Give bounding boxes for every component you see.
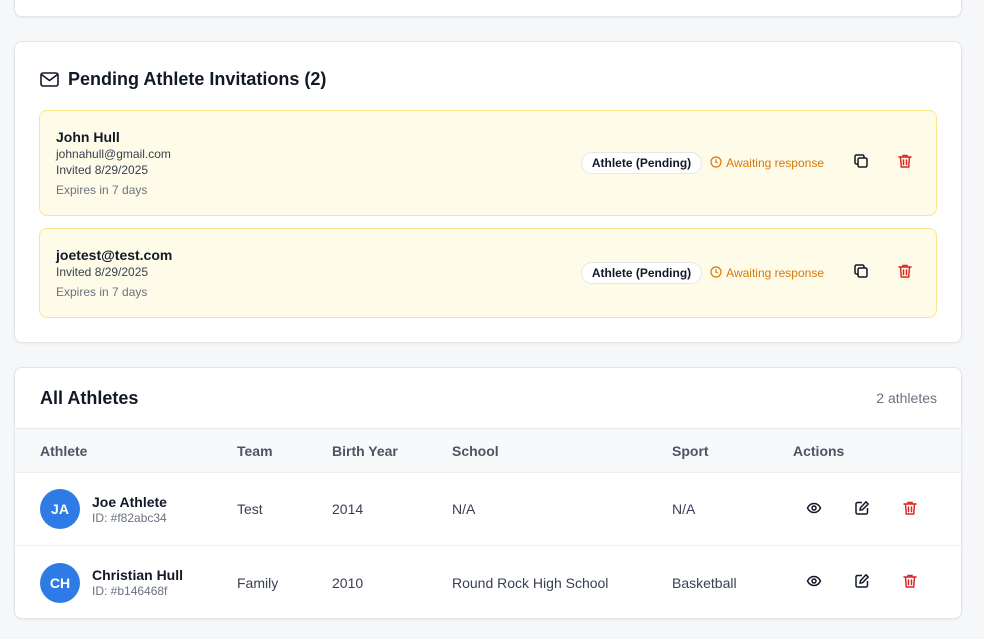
column-header-school: School <box>452 442 499 459</box>
invited-date: Invited 8/29/2025 <box>56 265 149 279</box>
avatar: JA <box>40 489 80 529</box>
athlete-id: ID: #f82abc34 <box>92 510 167 525</box>
previous-card <box>14 0 962 17</box>
trash-icon <box>902 500 918 519</box>
copy-invite-link-button[interactable] <box>846 148 876 178</box>
eye-icon <box>806 573 822 592</box>
eye-icon <box>806 500 822 519</box>
copy-icon <box>853 263 869 284</box>
birth-year-cell: 2010 <box>332 574 364 591</box>
expiry-text: Expires in 7 days <box>56 183 148 197</box>
pending-invitations-heading: Pending Athlete Invitations (2) <box>40 69 326 90</box>
edit-athlete-button[interactable] <box>846 493 878 525</box>
table-row[interactable]: JA Joe Athlete ID: #f82abc34 Test 2014 N… <box>15 473 961 546</box>
clock-icon <box>710 155 722 171</box>
invitee-name: joetest@test.com <box>56 247 173 263</box>
column-header-birth-year: Birth Year <box>332 442 398 459</box>
school-cell: Round Rock High School <box>452 574 609 591</box>
athletes-count: 2 athletes <box>876 390 937 406</box>
birth-year-cell: 2014 <box>332 501 364 517</box>
sport-cell: N/A <box>672 501 696 517</box>
sport-cell: Basketball <box>672 574 737 591</box>
edit-icon <box>854 573 870 592</box>
column-header-team: Team <box>237 442 273 459</box>
mail-icon <box>40 72 59 87</box>
trash-icon <box>897 263 913 284</box>
column-header-sport: Sport <box>672 442 709 459</box>
copy-invite-link-button[interactable] <box>846 258 876 288</box>
copy-icon <box>853 153 869 174</box>
athlete-name: Christian Hull <box>92 567 184 583</box>
team-cell: Test <box>237 501 263 517</box>
team-cell: Family <box>237 574 279 591</box>
school-cell: N/A <box>452 501 476 517</box>
delete-athlete-button[interactable] <box>894 567 926 599</box>
trash-icon <box>897 153 913 174</box>
delete-invitation-button[interactable] <box>890 258 920 288</box>
pending-invitations-card: Pending Athlete Invitations (2) John Hul… <box>14 41 962 343</box>
table-header: Athlete Team Birth Year School Sport Act… <box>15 429 961 473</box>
athlete-name: Joe Athlete <box>92 493 167 510</box>
edit-athlete-button[interactable] <box>846 567 878 599</box>
column-header-athlete: Athlete <box>40 442 88 459</box>
delete-invitation-button[interactable] <box>890 148 920 178</box>
row-actions <box>798 473 926 545</box>
role-badge: Athlete (Pending) <box>580 152 703 174</box>
expiry-text: Expires in 7 days <box>56 285 148 299</box>
athlete-id: ID: #b146468f <box>92 584 168 598</box>
all-athletes-card: All Athletes 2 athletes Athlete Team Bir… <box>14 367 962 619</box>
view-athlete-button[interactable] <box>798 493 830 525</box>
invitation-card: joetest@test.com Invited 8/29/2025 Expir… <box>39 228 937 318</box>
invitation-card: John Hull johnahull@gmail.com Invited 8/… <box>39 110 937 216</box>
athletes-header: All Athletes 2 athletes <box>15 368 961 429</box>
invited-date: Invited 8/29/2025 <box>56 163 149 177</box>
pending-invitations-title: Pending Athlete Invitations (2) <box>68 69 327 89</box>
delete-athlete-button[interactable] <box>894 493 926 525</box>
invitee-email: johnahull@gmail.com <box>56 147 171 161</box>
status-indicator: Awaiting response <box>710 265 824 281</box>
row-actions <box>798 546 926 618</box>
status-text: Awaiting response <box>726 266 824 280</box>
invitee-name: John Hull <box>56 129 120 145</box>
column-header-actions: Actions <box>793 442 845 459</box>
avatar: CH <box>40 562 80 603</box>
athletes-title: All Athletes <box>40 388 139 408</box>
role-badge: Athlete (Pending) <box>580 262 703 284</box>
status-indicator: Awaiting response <box>710 155 824 171</box>
status-text: Awaiting response <box>726 156 824 170</box>
view-athlete-button[interactable] <box>798 567 830 599</box>
trash-icon <box>902 573 918 592</box>
edit-icon <box>854 500 870 519</box>
table-row[interactable]: CH Christian Hull ID: #b146468f Family 2… <box>15 546 961 618</box>
clock-icon <box>710 265 722 281</box>
